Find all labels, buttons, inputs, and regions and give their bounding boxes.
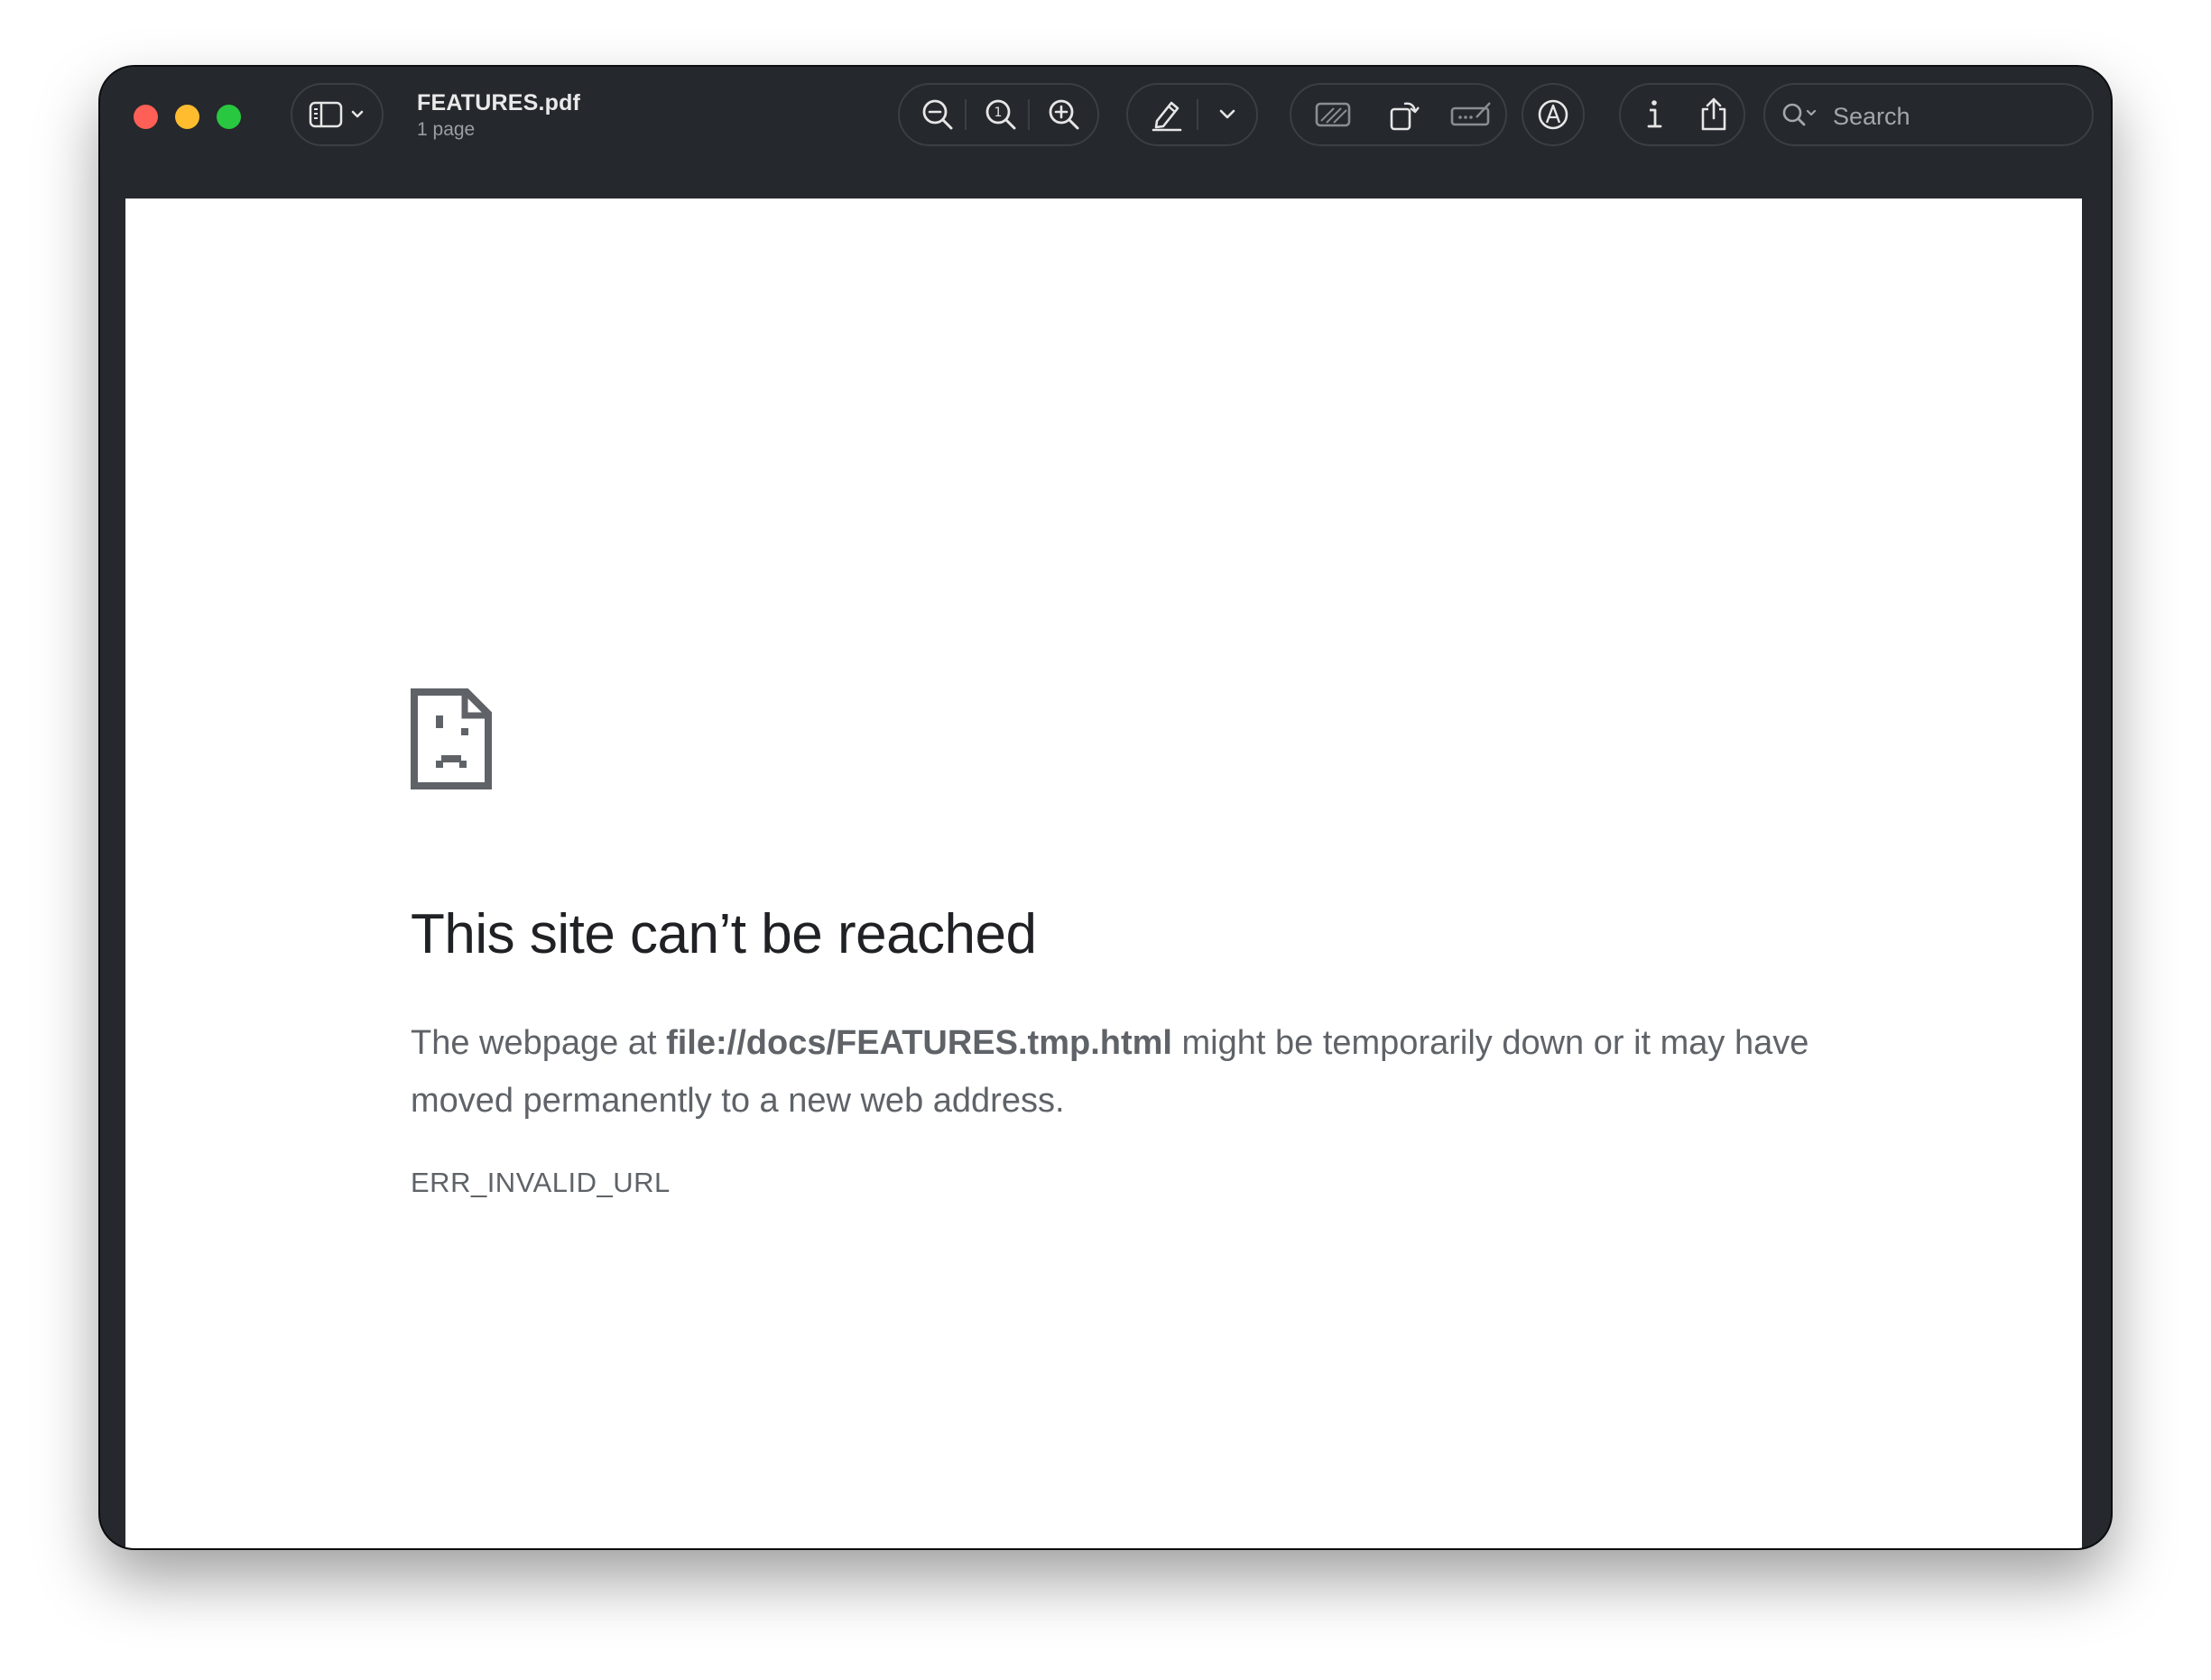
sidebar-toggle-icon: [309, 101, 343, 128]
minimize-window-button[interactable]: [175, 105, 199, 129]
actual-size-button[interactable]: 1: [974, 83, 1028, 146]
error-code: ERR_INVALID_URL: [411, 1167, 671, 1198]
search-placeholder: Search: [1833, 103, 1910, 130]
highlight-options-button[interactable]: [1206, 83, 1249, 146]
sad-page-icon: [411, 688, 492, 789]
share-icon: [1701, 97, 1726, 131]
zoom-out-icon: [922, 99, 953, 130]
info-icon: [1647, 100, 1662, 128]
document-page-count: 1 page: [417, 119, 476, 140]
error-message-prefix: The webpage at: [411, 1024, 667, 1062]
close-window-button[interactable]: [134, 105, 158, 129]
actual-size-icon: 1: [985, 99, 1016, 130]
document-title: FEATURES.pdf: [417, 90, 581, 115]
rotate-button[interactable]: [1374, 83, 1434, 146]
search-icon: [1782, 103, 1817, 126]
zoom-divider: [1028, 99, 1030, 130]
markup-icon: [1538, 99, 1568, 130]
highlight-button[interactable]: [1138, 83, 1196, 146]
document-page: This site can’t be reached The webpage a…: [125, 198, 2082, 1548]
rotate-icon: [1390, 102, 1420, 131]
error-url: file://docs/FEATURES.tmp.html: [666, 1024, 1172, 1062]
sidebar-options-button[interactable]: [347, 83, 367, 146]
svg-text:1: 1: [994, 106, 1003, 120]
zoom-in-icon: [1049, 99, 1079, 130]
highlight-pen-icon: [1152, 101, 1182, 132]
zoom-out-button[interactable]: [911, 83, 965, 146]
markup-button[interactable]: [1523, 83, 1583, 146]
sign-button[interactable]: [1439, 83, 1503, 146]
titlebar: FEATURES.pdf 1 page 1 Search: [100, 67, 2111, 198]
search-options[interactable]: [1781, 83, 1820, 146]
error-heading: This site can’t be reached: [411, 903, 1037, 965]
highlight-divider: [1197, 99, 1198, 130]
zoom-divider: [965, 99, 967, 130]
error-message: The webpage at file://docs/FEATURES.tmp.…: [411, 1014, 1891, 1130]
redact-icon: [1315, 102, 1351, 127]
sidebar-toggle-button[interactable]: [304, 83, 347, 146]
redact-button[interactable]: [1303, 83, 1363, 146]
info-button[interactable]: [1628, 83, 1680, 146]
zoom-in-button[interactable]: [1037, 83, 1091, 146]
share-button[interactable]: [1687, 83, 1741, 146]
preview-window: FEATURES.pdf 1 page 1 Search This site c…: [100, 67, 2111, 1548]
chevron-down-icon: [1219, 109, 1235, 119]
chevron-down-icon: [351, 110, 364, 118]
maximize-window-button[interactable]: [217, 105, 241, 129]
sign-icon: [1450, 102, 1491, 126]
